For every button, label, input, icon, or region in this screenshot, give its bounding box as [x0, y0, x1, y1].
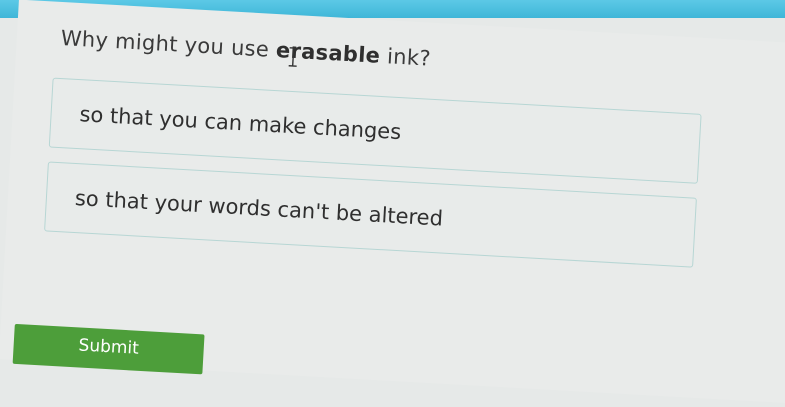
answer-option-label: so that your words can't be altered [74, 186, 444, 231]
question-text: Why might you use erasable ink? [60, 26, 431, 71]
quiz-panel: Why might you use erasable ink? so that … [0, 0, 785, 404]
question-suffix: ink? [379, 43, 432, 71]
text-cursor-icon [288, 47, 298, 67]
submit-button[interactable]: Submit [12, 323, 205, 375]
question-prefix: Why might you use [60, 25, 277, 62]
quiz-stage: Why might you use erasable ink? so that … [0, 0, 785, 404]
answer-option-label: so that you can make changes [78, 102, 402, 145]
